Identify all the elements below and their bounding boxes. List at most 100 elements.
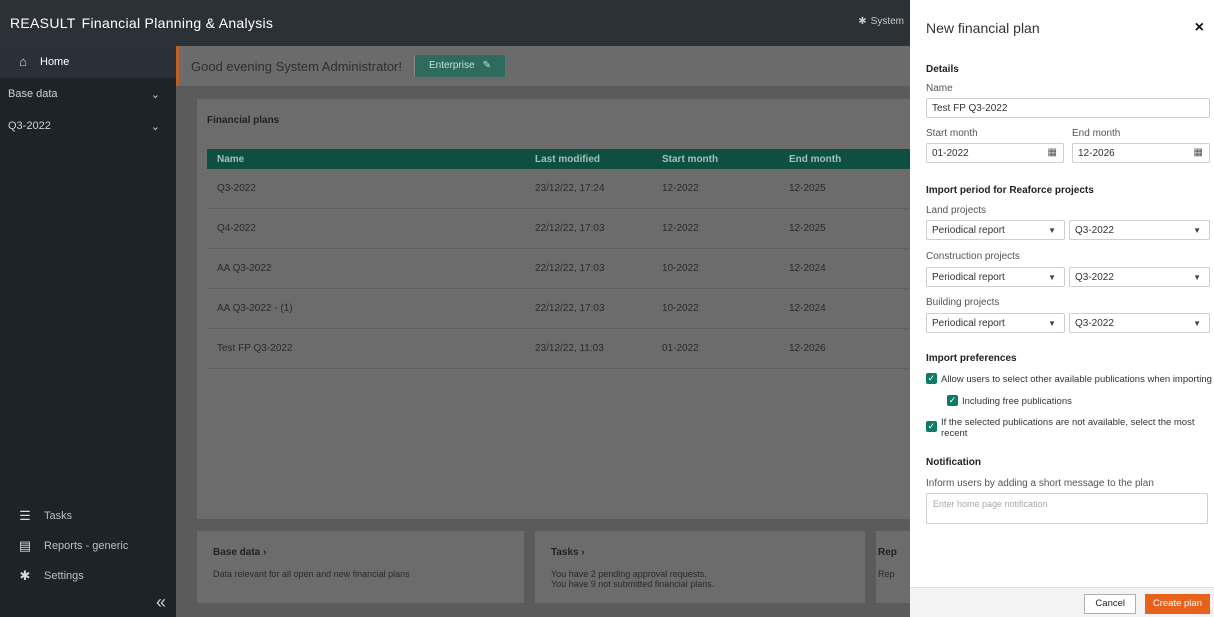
card-text-line: You have 2 pending approval requests.: [551, 569, 707, 579]
enterprise-badge[interactable]: Enterprise ✎: [414, 55, 505, 77]
name-field[interactable]: Test FP Q3-2022: [926, 98, 1210, 118]
chevron-down-icon: ⌄: [150, 88, 160, 101]
construction-period-select[interactable]: Q3-2022 ▼: [1069, 267, 1210, 287]
table-row[interactable]: Q4-2022 22/12/22, 17:03 12-2022 12-2025: [207, 209, 910, 249]
name-field-value: Test FP Q3-2022: [932, 102, 1008, 114]
start-month-label: Start month: [926, 128, 978, 139]
card-text: You have 2 pending approval requests. Yo…: [551, 569, 714, 589]
caret-down-icon: ▼: [1193, 226, 1201, 235]
cell-name: Q3-2022: [217, 183, 256, 194]
land-period-select[interactable]: Q3-2022 ▼: [1069, 220, 1210, 240]
select-value: Q3-2022: [1075, 271, 1114, 283]
construction-report-select[interactable]: Periodical report ▼: [926, 267, 1065, 287]
caret-down-icon: ▼: [1048, 226, 1056, 235]
building-report-select[interactable]: Periodical report ▼: [926, 313, 1065, 333]
calendar-icon[interactable]: ▦: [1048, 147, 1057, 158]
base-data-card[interactable]: Base data › Data relevant for all open a…: [197, 531, 524, 603]
app-brand[interactable]: REASULT Financial Planning & Analysis: [0, 15, 273, 31]
app-name: Financial Planning & Analysis: [81, 15, 274, 31]
cell-name: Q4-2022: [217, 223, 256, 234]
start-month-value: 01-2022: [932, 147, 969, 159]
cell-start-month: 10-2022: [662, 303, 699, 314]
card-title-text: Tasks: [551, 547, 579, 558]
cell-last-modified: 22/12/22, 17:03: [535, 263, 605, 274]
card-title: Tasks ›: [551, 547, 585, 558]
select-most-recent-checkbox[interactable]: ✓: [926, 421, 937, 432]
column-header[interactable]: Start month: [662, 154, 789, 165]
new-plan-panel: New financial plan × Details Name Test F…: [910, 0, 1214, 617]
sidebar-item-reports[interactable]: ▤ Reports - generic: [0, 531, 176, 561]
cell-start-month: 10-2022: [662, 263, 699, 274]
chevron-right-icon: ›: [263, 547, 267, 558]
plans-table: Name Last modified Start month End month…: [207, 149, 910, 369]
select-value: Periodical report: [932, 271, 1005, 283]
create-plan-button[interactable]: Create plan: [1144, 594, 1210, 614]
sidebar-item-label: Settings: [44, 570, 84, 582]
sidebar-item-tasks[interactable]: ☰ Tasks: [0, 501, 176, 531]
column-header[interactable]: Name: [207, 154, 535, 165]
land-report-select[interactable]: Periodical report ▼: [926, 220, 1065, 240]
column-header[interactable]: End month: [789, 154, 910, 165]
allow-other-publications-checkbox[interactable]: ✓: [926, 373, 937, 384]
notification-input[interactable]: Enter home page notification: [926, 493, 1208, 524]
cell-end-month: 12-2024: [789, 303, 826, 314]
cancel-button[interactable]: Cancel: [1084, 594, 1136, 614]
cell-start-month: 01-2022: [662, 343, 699, 354]
gear-icon: ✱: [858, 16, 867, 27]
building-period-select[interactable]: Q3-2022 ▼: [1069, 313, 1210, 333]
system-label: System: [870, 16, 904, 27]
notification-heading: Notification: [926, 457, 981, 468]
cell-name: Test FP Q3-2022: [217, 343, 293, 354]
tasks-card[interactable]: Tasks › You have 2 pending approval requ…: [535, 531, 865, 603]
card-title: Financial plans: [207, 115, 280, 126]
select-value: Q3-2022: [1075, 224, 1114, 236]
chevron-right-icon: ›: [581, 547, 585, 558]
cell-name: AA Q3-2022 - (1): [217, 303, 293, 314]
caret-down-icon: ▼: [1048, 319, 1056, 328]
calendar-icon[interactable]: ▦: [1194, 147, 1203, 158]
panel-footer: Cancel Create plan: [910, 587, 1214, 617]
cell-last-modified: 22/12/22, 17:03: [535, 223, 605, 234]
cell-start-month: 12-2022: [662, 183, 699, 194]
panel-header: New financial plan ×: [910, 0, 1214, 56]
sidebar-collapse-button[interactable]: «: [0, 591, 176, 617]
system-menu[interactable]: ✱ System: [858, 16, 904, 27]
column-header[interactable]: Last modified: [535, 154, 662, 165]
badge-label: Enterprise: [429, 60, 475, 71]
name-label: Name: [926, 83, 953, 94]
chevron-down-icon: ⌄: [150, 120, 160, 133]
card-title-text: Base data: [213, 547, 261, 558]
table-row[interactable]: AA Q3-2022 22/12/22, 17:03 10-2022 12-20…: [207, 249, 910, 289]
sidebar-group-q3-2022[interactable]: Q3-2022 ⌄: [0, 110, 176, 142]
end-month-value: 12-2026: [1078, 147, 1115, 159]
end-month-label: End month: [1072, 128, 1121, 139]
end-month-field[interactable]: 12-2026 ▦: [1072, 143, 1210, 163]
close-icon[interactable]: ×: [1195, 19, 1204, 37]
financial-plans-card: Financial plans Name Last modified Start…: [197, 99, 910, 519]
table-row[interactable]: AA Q3-2022 - (1) 22/12/22, 17:03 10-2022…: [207, 289, 910, 329]
main-content: Good evening System Administrator! Enter…: [176, 46, 910, 617]
table-header: Name Last modified Start month End month: [207, 149, 910, 169]
import-period-heading: Import period for Reaforce projects: [926, 185, 1094, 196]
table-row[interactable]: Q3-2022 23/12/22, 17:24 12-2022 12-2025: [207, 169, 910, 209]
sidebar-group-base-data[interactable]: Base data ⌄: [0, 78, 176, 110]
sidebar-group-label: Base data: [8, 88, 58, 100]
caret-down-icon: ▼: [1048, 273, 1056, 282]
cell-last-modified: 23/12/22, 11:03: [535, 343, 604, 354]
checkbox-label: If the selected publications are not ava…: [941, 417, 1195, 439]
caret-down-icon: ▼: [1193, 319, 1201, 328]
sidebar-item-settings[interactable]: ✱ Settings: [0, 561, 176, 591]
table-row[interactable]: Test FP Q3-2022 23/12/22, 11:03 01-2022 …: [207, 329, 910, 369]
checkbox-label: Allow users to select other available pu…: [941, 374, 1212, 385]
sidebar-bottom: ☰ Tasks ▤ Reports - generic ✱ Settings «: [0, 501, 176, 617]
notification-description: Inform users by adding a short message t…: [926, 478, 1154, 489]
cell-end-month: 12-2024: [789, 263, 826, 274]
sidebar-item-label: Reports - generic: [44, 540, 129, 552]
cell-end-month: 12-2025: [789, 183, 826, 194]
construction-projects-label: Construction projects: [926, 251, 1020, 262]
reports-card[interactable]: Rep Rep: [876, 531, 910, 603]
sidebar-item-home[interactable]: ⌂ Home: [0, 46, 176, 78]
free-publications-checkbox[interactable]: ✓: [947, 395, 958, 406]
sidebar-item-label: Tasks: [44, 510, 73, 522]
start-month-field[interactable]: 01-2022 ▦: [926, 143, 1064, 163]
